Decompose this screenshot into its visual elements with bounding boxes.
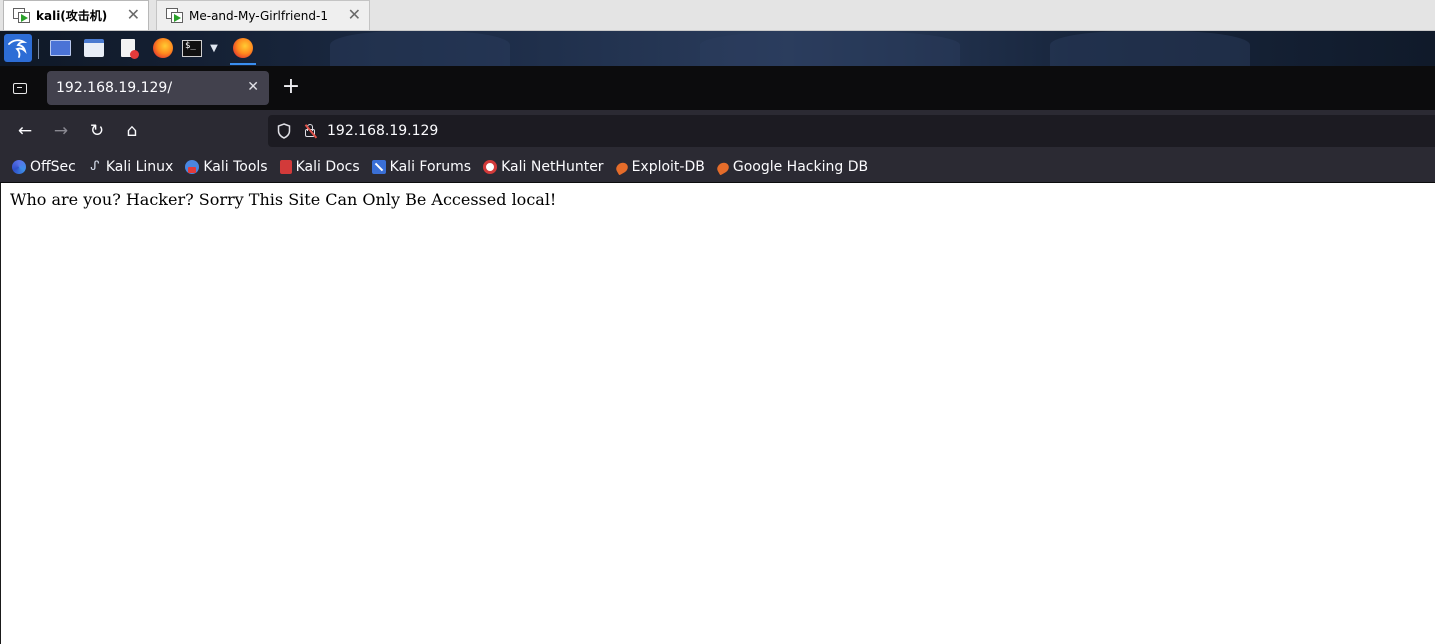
bookmark-kali-tools[interactable]: Kali Tools xyxy=(185,155,268,179)
page-viewport: Who are you? Hacker? Sorry This Site Can… xyxy=(0,183,1435,644)
bookmark-google-hacking-db[interactable]: Google Hacking DB xyxy=(715,155,869,179)
page-message: Who are you? Hacker? Sorry This Site Can… xyxy=(10,190,557,209)
bookmark-label: Kali Docs xyxy=(295,159,360,175)
desktop-icon[interactable] xyxy=(49,35,71,61)
wallpaper-shape xyxy=(1050,31,1250,66)
reload-button[interactable]: ↻ xyxy=(85,119,109,143)
terminal-icon[interactable]: $_ xyxy=(180,35,204,61)
kali-dragon-icon[interactable] xyxy=(4,34,32,62)
close-icon[interactable]: ✕ xyxy=(127,7,140,23)
bookmark-label: Kali Forums xyxy=(389,159,472,175)
vm-tab-label: kali(攻击机) xyxy=(36,9,108,23)
shield-icon xyxy=(277,123,291,139)
kali-forums-icon xyxy=(371,160,386,174)
bookmark-kali-forums[interactable]: Kali Forums xyxy=(371,155,472,179)
firefox-active-icon[interactable] xyxy=(228,35,258,65)
bookmarks-toolbar: OffSec ᔑ Kali Linux Kali Tools Kali Docs … xyxy=(0,152,1435,183)
kali-tools-icon xyxy=(185,160,200,174)
kali-dragon-icon xyxy=(8,39,28,58)
kali-linux-icon: ᔑ xyxy=(90,159,100,174)
list-all-tabs-icon[interactable] xyxy=(9,78,31,98)
kali-nethunter-icon xyxy=(483,160,498,174)
panel-separator xyxy=(38,39,39,59)
vm-machine-icon xyxy=(13,8,30,23)
close-icon[interactable]: ✕ xyxy=(247,79,259,95)
firefox-icon[interactable] xyxy=(151,35,175,61)
bookmark-label: Google Hacking DB xyxy=(732,159,869,175)
url-bar[interactable]: 192.168.19.129 xyxy=(268,115,1435,147)
new-tab-button[interactable]: + xyxy=(280,76,302,98)
chevron-down-icon[interactable]: ▼ xyxy=(207,35,221,61)
bookmark-label: Kali Linux xyxy=(105,159,174,175)
shield-icon[interactable] xyxy=(277,123,291,139)
insecure-lock-icon[interactable] xyxy=(303,123,317,139)
navigation-toolbar: ← → ↻ ⌂ 192.168.19.129 xyxy=(0,110,1435,152)
home-button[interactable]: ⌂ xyxy=(120,119,144,143)
close-icon[interactable]: ✕ xyxy=(348,7,361,23)
bookmark-kali-nethunter[interactable]: Kali NetHunter xyxy=(483,155,604,179)
tab-title: 192.168.19.129/ xyxy=(56,80,173,96)
bookmark-kali-docs[interactable]: Kali Docs xyxy=(279,155,360,179)
back-button[interactable]: ← xyxy=(13,119,37,143)
bookmark-label: OffSec xyxy=(30,159,76,175)
bookmark-label: Exploit-DB xyxy=(631,159,705,175)
files-icon[interactable] xyxy=(82,35,106,61)
wallpaper-shape xyxy=(700,31,960,66)
bookmark-label: Kali Tools xyxy=(203,159,268,175)
vmware-tab-strip: kali(攻击机) ✕ Me-and-My-Girlfriend-1 ✕ xyxy=(0,0,1435,31)
google-hacking-db-icon xyxy=(715,160,731,176)
wallpaper-shape xyxy=(330,31,510,66)
forward-button[interactable]: → xyxy=(49,119,73,143)
bookmark-offsec[interactable]: OffSec xyxy=(12,155,76,179)
bookmark-exploit-db[interactable]: Exploit-DB xyxy=(613,155,705,179)
exploit-db-icon xyxy=(613,160,630,176)
vm-machine-icon xyxy=(166,8,183,23)
offsec-icon xyxy=(12,160,26,174)
bookmark-label: Kali NetHunter xyxy=(501,159,604,175)
browser-tab[interactable]: 192.168.19.129/ ✕ xyxy=(47,71,269,105)
text-editor-icon[interactable] xyxy=(117,35,139,61)
browser-tab-bar: 192.168.19.129/ ✕ + xyxy=(0,66,1435,110)
vm-tab-girlfriend[interactable]: Me-and-My-Girlfriend-1 ✕ xyxy=(156,0,370,30)
url-text[interactable]: 192.168.19.129 xyxy=(327,123,438,139)
bookmark-kali-linux[interactable]: ᔑ Kali Linux xyxy=(88,155,173,179)
kali-docs-icon xyxy=(279,160,292,174)
vm-tab-kali[interactable]: kali(攻击机) ✕ xyxy=(3,0,149,30)
vm-tab-label: Me-and-My-Girlfriend-1 xyxy=(189,8,328,23)
kali-top-panel: $_ ▼ xyxy=(0,31,1435,66)
